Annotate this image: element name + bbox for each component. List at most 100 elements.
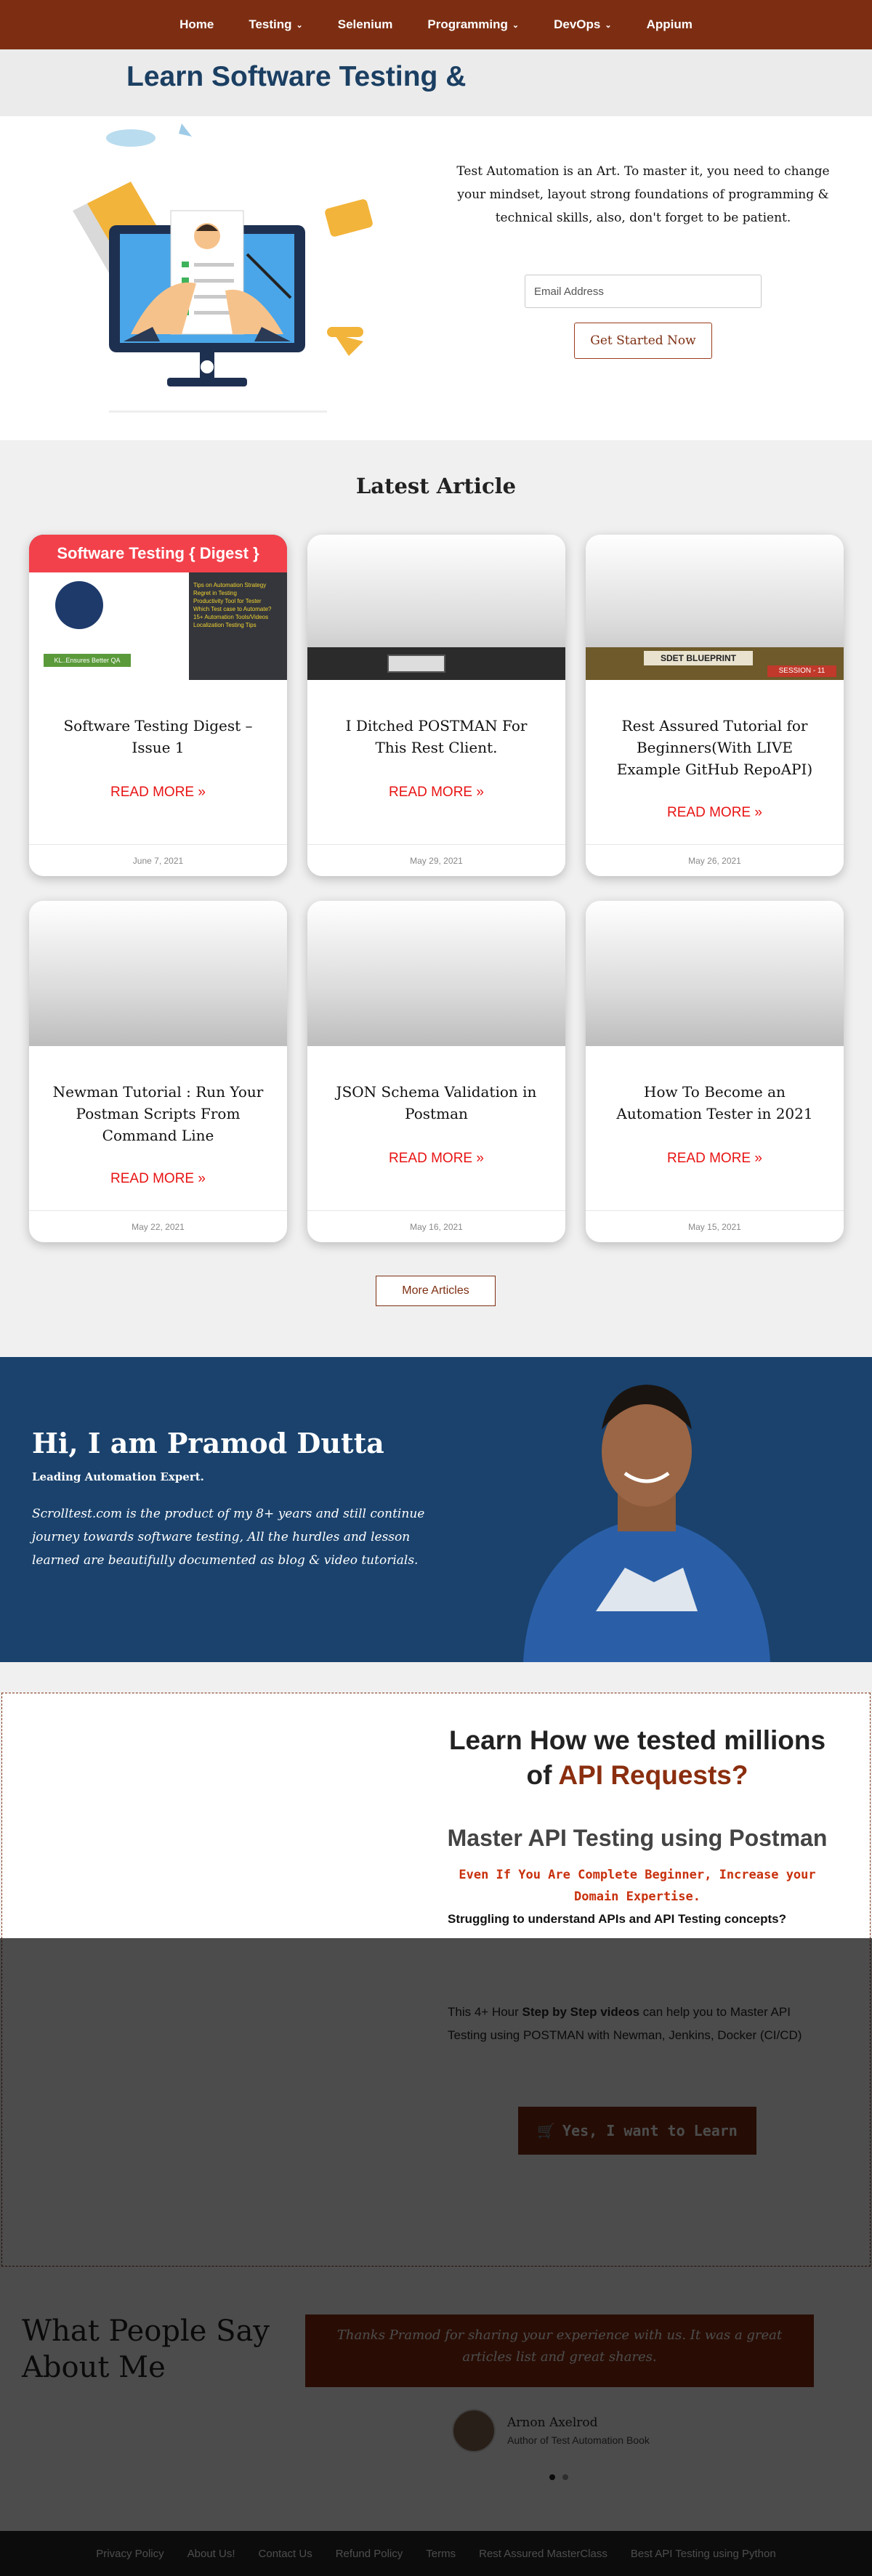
article-date: May 16, 2021 — [307, 1210, 565, 1242]
nav-appium[interactable]: Appium — [632, 17, 707, 32]
hero-section: Test Automation is an Art. To master it,… — [0, 116, 872, 440]
article-title[interactable]: How To Become an Automation Tester in 20… — [607, 1081, 822, 1125]
heading-accent: API Requests? — [558, 1760, 748, 1790]
article-title[interactable]: Newman Tutorial : Run Your Postman Scrip… — [51, 1081, 265, 1146]
article-date: June 7, 2021 — [29, 844, 287, 876]
article-thumbnail[interactable] — [307, 901, 565, 1046]
testimonials-section: What People Say About Me Thanks Pramod f… — [0, 2267, 872, 2531]
nav-programming[interactable]: Programming ⌄ — [413, 17, 533, 32]
carousel-dots — [549, 2474, 568, 2480]
article-date: May 15, 2021 — [586, 1210, 844, 1242]
top-nav: Home Testing ⌄ Selenium Programming ⌄ DevO… — [0, 0, 872, 49]
course-subheading: Master API Testing using Postman — [447, 1825, 828, 1851]
more-articles-button[interactable]: More Articles — [376, 1276, 496, 1306]
course-paragraph: This 4+ Hour Step by Step videos can hel… — [448, 2001, 825, 2047]
article-title[interactable]: Software Testing Digest – Issue 1 — [51, 715, 265, 758]
nav-selenium[interactable]: Selenium — [323, 17, 408, 32]
nav-label: DevOps — [554, 17, 601, 31]
course-section: Learn How we tested millions of API Requ… — [0, 1662, 872, 2267]
chevron-down-icon: ⌄ — [605, 20, 612, 30]
cart-icon: 🛒 — [537, 2122, 556, 2139]
get-started-button[interactable]: Get Started Now — [574, 323, 712, 359]
course-heading: Learn How we tested millions of API Requ… — [429, 1723, 846, 1793]
section-title: Latest Article — [355, 474, 517, 498]
footer-link-contact[interactable]: Contact Us — [259, 2548, 312, 2560]
footer-link-about[interactable]: About Us! — [187, 2548, 235, 2560]
heading-of: of — [526, 1760, 559, 1790]
read-more-link[interactable]: READ MORE » — [586, 805, 844, 821]
digest-item: 15+ Automation Tools/Videos — [193, 614, 269, 620]
digest-item: Productivity Tool for Tester — [193, 598, 262, 604]
footer-link-terms[interactable]: Terms — [426, 2548, 456, 2560]
footer-link-refund[interactable]: Refund Policy — [336, 2548, 403, 2560]
avatar — [55, 581, 103, 629]
read-more-link[interactable]: READ MORE » — [586, 1151, 844, 1167]
article-title[interactable]: JSON Schema Validation in Postman — [329, 1081, 544, 1125]
course-tagline: Even If You Are Complete Beginner, Incre… — [459, 1868, 816, 1904]
learn-button-label: Yes, I want to Learn — [562, 2122, 738, 2139]
author-name: Arnon Axelrod — [507, 2415, 598, 2430]
nav-label: Home — [179, 17, 214, 31]
article-card[interactable]: Software Testing { Digest } KL..Ensures … — [29, 535, 287, 876]
footer-link-rest-assured[interactable]: Rest Assured MasterClass — [479, 2548, 607, 2560]
author-role: Author of Test Automation Book — [507, 2434, 650, 2446]
read-more-link[interactable]: READ MORE » — [29, 785, 287, 801]
article-title[interactable]: Rest Assured Tutorial for Beginners(With… — [607, 715, 822, 780]
latest-articles-section: Latest Article Software Testing { Digest… — [0, 440, 872, 1357]
about-description: Scrolltest.com is the product of my 8+ y… — [32, 1507, 425, 1568]
read-more-link[interactable]: READ MORE » — [307, 785, 565, 801]
article-thumbnail[interactable]: Software Testing { Digest } KL..Ensures … — [29, 535, 287, 680]
hero-illustration — [73, 123, 373, 413]
nav-label: Selenium — [337, 17, 393, 31]
article-thumbnail[interactable] — [586, 901, 844, 1046]
learn-button[interactable]: 🛒 Yes, I want to Learn — [518, 2107, 756, 2155]
article-date: May 29, 2021 — [307, 844, 565, 876]
article-card[interactable]: SDET BLUEPRINT SESSION - 11 Rest Assured… — [586, 535, 844, 876]
email-field[interactable] — [525, 275, 762, 308]
sdet-badge: SDET BLUEPRINT — [644, 651, 753, 665]
article-card[interactable]: Newman Tutorial : Run Your Postman Scrip… — [29, 901, 287, 1242]
carousel-dot[interactable] — [562, 2474, 568, 2480]
article-card[interactable]: JSON Schema Validation in Postman READ M… — [307, 901, 565, 1242]
digest-item: Which Test case to Automate? — [193, 606, 272, 612]
nav-home[interactable]: Home — [165, 17, 228, 32]
footer-link-privacy[interactable]: Privacy Policy — [96, 2548, 164, 2560]
read-more-link[interactable]: READ MORE » — [29, 1171, 287, 1187]
article-date: May 26, 2021 — [586, 844, 844, 876]
article-date: May 22, 2021 — [29, 1210, 287, 1242]
nav-label: Programming — [427, 17, 508, 31]
testimonials-heading: What People Say About Me — [22, 2314, 270, 2384]
testimonial-author: Arnon Axelrod Author of Test Automation … — [452, 2409, 650, 2453]
chevron-down-icon: ⌄ — [296, 20, 303, 30]
heading-line1: Learn How we tested millions — [448, 1725, 826, 1755]
article-title[interactable]: I Ditched POSTMAN For This Rest Client. — [329, 715, 544, 758]
author-portrait — [523, 1385, 770, 1662]
digest-list: Tips on Automation Strategy Regret in Te… — [190, 578, 283, 671]
nav-testing[interactable]: Testing ⌄ — [234, 17, 317, 32]
digest-banner: Software Testing { Digest } — [29, 535, 287, 572]
nav-label: Testing — [249, 17, 292, 31]
digest-tag: KL..Ensures Better QA — [44, 654, 131, 667]
hero-title: Learn Software Testing & — [126, 61, 467, 92]
about-title: Hi, I am Pramod Dutta — [32, 1427, 384, 1459]
digest-item: Regret in Testing — [193, 590, 237, 596]
article-thumbnail[interactable] — [307, 535, 565, 680]
read-more-link[interactable]: READ MORE » — [307, 1151, 565, 1167]
article-thumbnail[interactable]: SDET BLUEPRINT SESSION - 11 — [586, 535, 844, 680]
article-thumbnail[interactable] — [29, 901, 287, 1046]
article-card[interactable]: How To Become an Automation Tester in 20… — [586, 901, 844, 1242]
thumbnail-left-panel: KL..Ensures Better QA — [29, 572, 189, 680]
heading-line2: of API Requests? — [429, 1758, 846, 1793]
para-text: This 4+ Hour — [448, 2005, 522, 2019]
nav-label: Appium — [646, 17, 693, 31]
chevron-down-icon: ⌄ — [512, 20, 520, 30]
nav-devops[interactable]: DevOps ⌄ — [539, 17, 626, 32]
carousel-dot[interactable] — [549, 2474, 555, 2480]
hero-description: Test Automation is an Art. To master it,… — [456, 164, 830, 225]
laptop-graphic — [387, 655, 445, 673]
article-card[interactable]: I Ditched POSTMAN For This Rest Client. … — [307, 535, 565, 876]
avatar — [452, 2409, 496, 2453]
hero-title-bar: Learn Software Testing & — [0, 49, 872, 116]
footer-link-api-python[interactable]: Best API Testing using Python — [631, 2548, 776, 2560]
course-question: Struggling to understand APIs and API Te… — [448, 1912, 786, 1926]
